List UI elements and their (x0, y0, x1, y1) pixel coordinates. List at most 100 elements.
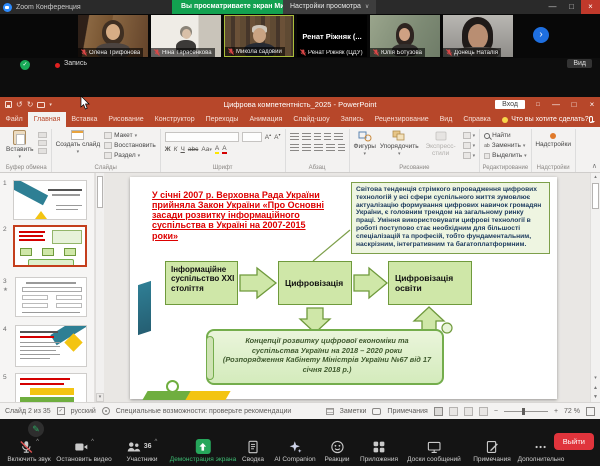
sign-in-button[interactable]: Вход (495, 100, 525, 109)
italic-button[interactable]: К (174, 146, 178, 153)
unmute-button[interactable]: ^ Включить звук (7, 439, 50, 463)
strikethrough-button[interactable]: abc (188, 146, 198, 153)
slide-box-digitalization[interactable]: Цифровізація (278, 261, 352, 305)
undo-icon[interactable]: ↺ (16, 100, 23, 109)
main-scrollbar[interactable]: ▴ ▾ ▲ ▼ (590, 173, 600, 402)
fit-to-window-button[interactable] (586, 407, 595, 416)
scroll-down-icon[interactable]: ▾ (96, 393, 104, 402)
tab-file[interactable]: Файл (0, 112, 28, 127)
copy-icon[interactable] (38, 140, 47, 146)
scroll-down-icon[interactable]: ▾ (591, 374, 600, 382)
slide-box-digital-education[interactable]: Цифровізація освіти (388, 261, 472, 305)
comments-button[interactable]: Примечания (387, 408, 427, 415)
find-button[interactable]: Найти (484, 132, 527, 139)
slide-box-info-society[interactable]: Інформаційне суспільство XXI століття (165, 261, 238, 305)
language-indicator[interactable]: русский (71, 408, 96, 415)
zoom-in-button[interactable]: + (554, 408, 558, 415)
notes-button[interactable]: Примечания (473, 439, 511, 463)
tab-slideshow[interactable]: Слайд-шоу (288, 112, 335, 127)
scroll-up-icon[interactable]: ▴ (591, 173, 600, 181)
font-color-button[interactable]: А (222, 145, 226, 154)
slide-thumbnail-1[interactable] (13, 180, 87, 220)
caret-up-icon[interactable]: ^ (36, 439, 39, 445)
collapse-ribbon-icon[interactable]: ∧ (592, 162, 597, 170)
participant-video-mykola[interactable]: Микола садовий (224, 15, 294, 57)
start-slideshow-icon[interactable] (37, 102, 45, 108)
shape-outline-icon[interactable] (463, 142, 471, 149)
close-button[interactable]: × (581, 0, 600, 14)
normal-view-button[interactable] (434, 407, 443, 416)
justify-icon[interactable] (326, 144, 335, 151)
numbering-icon[interactable] (302, 133, 311, 140)
section-button[interactable]: Раздел▾ (104, 152, 156, 159)
replace-button[interactable]: abЗаменить▾ (484, 142, 527, 149)
participant-video-nina[interactable]: Ніна Тарасенкова (151, 15, 221, 57)
tell-me-box[interactable]: Что вы хотите сделать? (502, 112, 588, 127)
thumbnail-scrollbar[interactable]: ▾ (95, 173, 104, 402)
arrange-button[interactable]: Упорядочить ▾ (380, 130, 419, 163)
addins-button[interactable]: Надстройки (536, 130, 571, 148)
align-center-icon[interactable] (302, 144, 311, 151)
slide-sorter-view-button[interactable] (449, 407, 458, 416)
reactions-button[interactable]: Реакции (324, 439, 349, 463)
reading-view-button[interactable] (464, 407, 473, 416)
layout-button[interactable]: Макет▾ (104, 132, 156, 139)
slide-thumbnail-2-selected[interactable] (13, 225, 87, 267)
scrollbar-thumb[interactable] (592, 183, 599, 209)
underline-button[interactable]: Ч (181, 146, 185, 153)
scrollbar-thumb[interactable] (97, 176, 103, 208)
shape-effects-icon[interactable] (463, 152, 471, 159)
participant-video-olena[interactable]: Олена Трифонова (78, 15, 148, 57)
minimize-button[interactable]: — (543, 0, 562, 14)
zoom-out-button[interactable]: − (494, 408, 498, 415)
align-left-icon[interactable] (290, 144, 299, 151)
spellcheck-icon[interactable]: ✓ (57, 407, 65, 415)
reset-button[interactable]: Восстановить (104, 142, 156, 149)
format-painter-icon[interactable] (38, 148, 47, 154)
tab-draw[interactable]: Рисование (103, 112, 149, 127)
zoom-level[interactable]: 72 % (564, 408, 580, 415)
save-icon[interactable] (5, 101, 12, 108)
qat-customize-icon[interactable]: ▾ (49, 102, 52, 108)
redo-icon[interactable]: ↻ (27, 100, 34, 109)
bold-button[interactable]: Ж (165, 146, 171, 153)
ribbon-display-options-icon[interactable]: □ (530, 102, 546, 108)
slideshow-view-button[interactable] (479, 407, 488, 416)
decrease-indent-icon[interactable] (314, 133, 321, 140)
shrink-font-icon[interactable]: А▾ (274, 132, 280, 141)
change-case-button[interactable]: Аа▾ (201, 146, 212, 153)
participant-video-renat[interactable]: Ренат Ріжняк (... Ренат Ріжняк (ЦДУ) (297, 15, 367, 57)
quick-styles-button[interactable]: Экспресс-стили (423, 130, 459, 163)
tab-transitions[interactable]: Переходы (200, 112, 244, 127)
next-participants-button[interactable]: › (533, 27, 549, 43)
leave-meeting-button[interactable]: Выйти (554, 433, 594, 450)
highlight-color-button[interactable]: А (215, 145, 219, 154)
view-button[interactable]: Вид (567, 59, 592, 68)
shapes-button[interactable]: Фигуры ▾ (354, 130, 376, 163)
participant-video-yuliia[interactable]: Юлія Ботузова (370, 15, 440, 57)
apps-button[interactable]: Приложения (360, 439, 398, 463)
zoom-slider-thumb[interactable] (522, 408, 525, 415)
ppt-maximize-button[interactable]: □ (566, 100, 582, 109)
next-slide-button[interactable]: ▼ (591, 393, 600, 401)
summary-button[interactable]: Сводка (242, 439, 264, 463)
tab-design[interactable]: Конструктор (149, 112, 200, 127)
tab-view[interactable]: Вид (434, 112, 458, 127)
slide-thumbnail-3[interactable] (15, 277, 87, 317)
tab-insert[interactable]: Вставка (66, 112, 103, 127)
view-settings-button[interactable]: Настройки просмотра∨ (283, 0, 376, 14)
comments-icon[interactable] (589, 116, 593, 123)
columns-icon[interactable] (338, 144, 345, 151)
notes-button[interactable]: Заметки (340, 408, 367, 415)
line-spacing-icon[interactable] (334, 133, 343, 140)
stop-video-button[interactable]: ^ Остановить видео (56, 439, 111, 463)
font-name-select[interactable] (165, 132, 239, 142)
tab-help[interactable]: Справка (458, 112, 496, 127)
tab-record[interactable]: Запись (335, 112, 369, 127)
ai-companion-button[interactable]: AI Companion (274, 439, 315, 463)
maximize-button[interactable]: □ (562, 0, 581, 14)
new-slide-button[interactable]: Создать слайд ▾ (56, 130, 101, 163)
shape-fill-icon[interactable] (463, 132, 471, 139)
slide-banner-scroll[interactable]: Концепції розвитку цифрової економіки та… (206, 329, 444, 385)
increase-indent-icon[interactable] (324, 133, 331, 140)
